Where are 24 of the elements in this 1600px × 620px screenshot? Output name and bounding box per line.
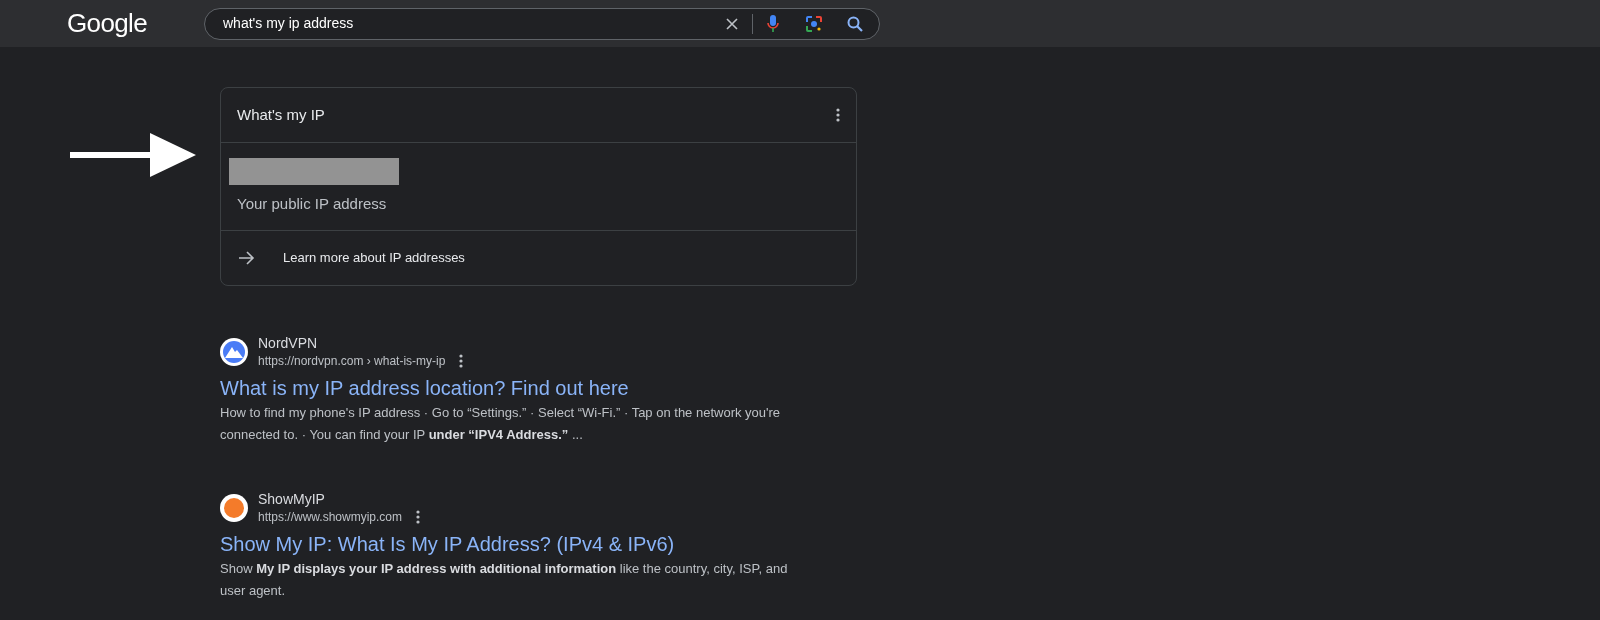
search-field[interactable]: what's my ip address (204, 7, 880, 40)
search-icon[interactable] (847, 15, 863, 32)
ip-caption: Your public IP address (236, 193, 388, 214)
mountain-logo-icon (220, 338, 248, 366)
logo[interactable]: Google (67, 4, 147, 43)
result-snippet: How to find my phone's IP address · Go to “Settings.” · Select “Wi-Fi.” · Tap on the network you're connected to. · You can find your IP under “IPV4 Address.” ... (220, 404, 782, 444)
site-name: ShowMyIP (258, 490, 326, 508)
result-snippet: Show My IP displays your IP address with additional information like the country, city, ISP, and user agent. (220, 560, 789, 600)
close-icon[interactable] (726, 17, 738, 30)
more-options-icon[interactable] (459, 354, 464, 368)
card-title: What's my IP (237, 104, 325, 125)
more-options-icon[interactable] (416, 510, 421, 524)
site-name: NordVPN (258, 334, 319, 352)
site-url: https://nordvpn.com › what-is-my-ip (258, 353, 446, 370)
arrow-right-icon (239, 251, 255, 265)
result-title-link[interactable]: Show My IP: What Is My IP Address? (IPv4 & IPv6) (220, 530, 810, 558)
camera-lens-icon[interactable] (805, 14, 823, 33)
microphone-icon[interactable] (767, 14, 779, 33)
result-title-link[interactable]: What is my IP address location? Find out here (220, 374, 810, 402)
more-options-icon[interactable] (836, 108, 840, 122)
search-text: what's my ip address (223, 14, 355, 33)
learn-more-link[interactable]: Learn more about IP addresses (221, 231, 856, 285)
site-url: https://www.showmyip.com (258, 509, 403, 526)
dot-logo-icon (220, 494, 248, 522)
